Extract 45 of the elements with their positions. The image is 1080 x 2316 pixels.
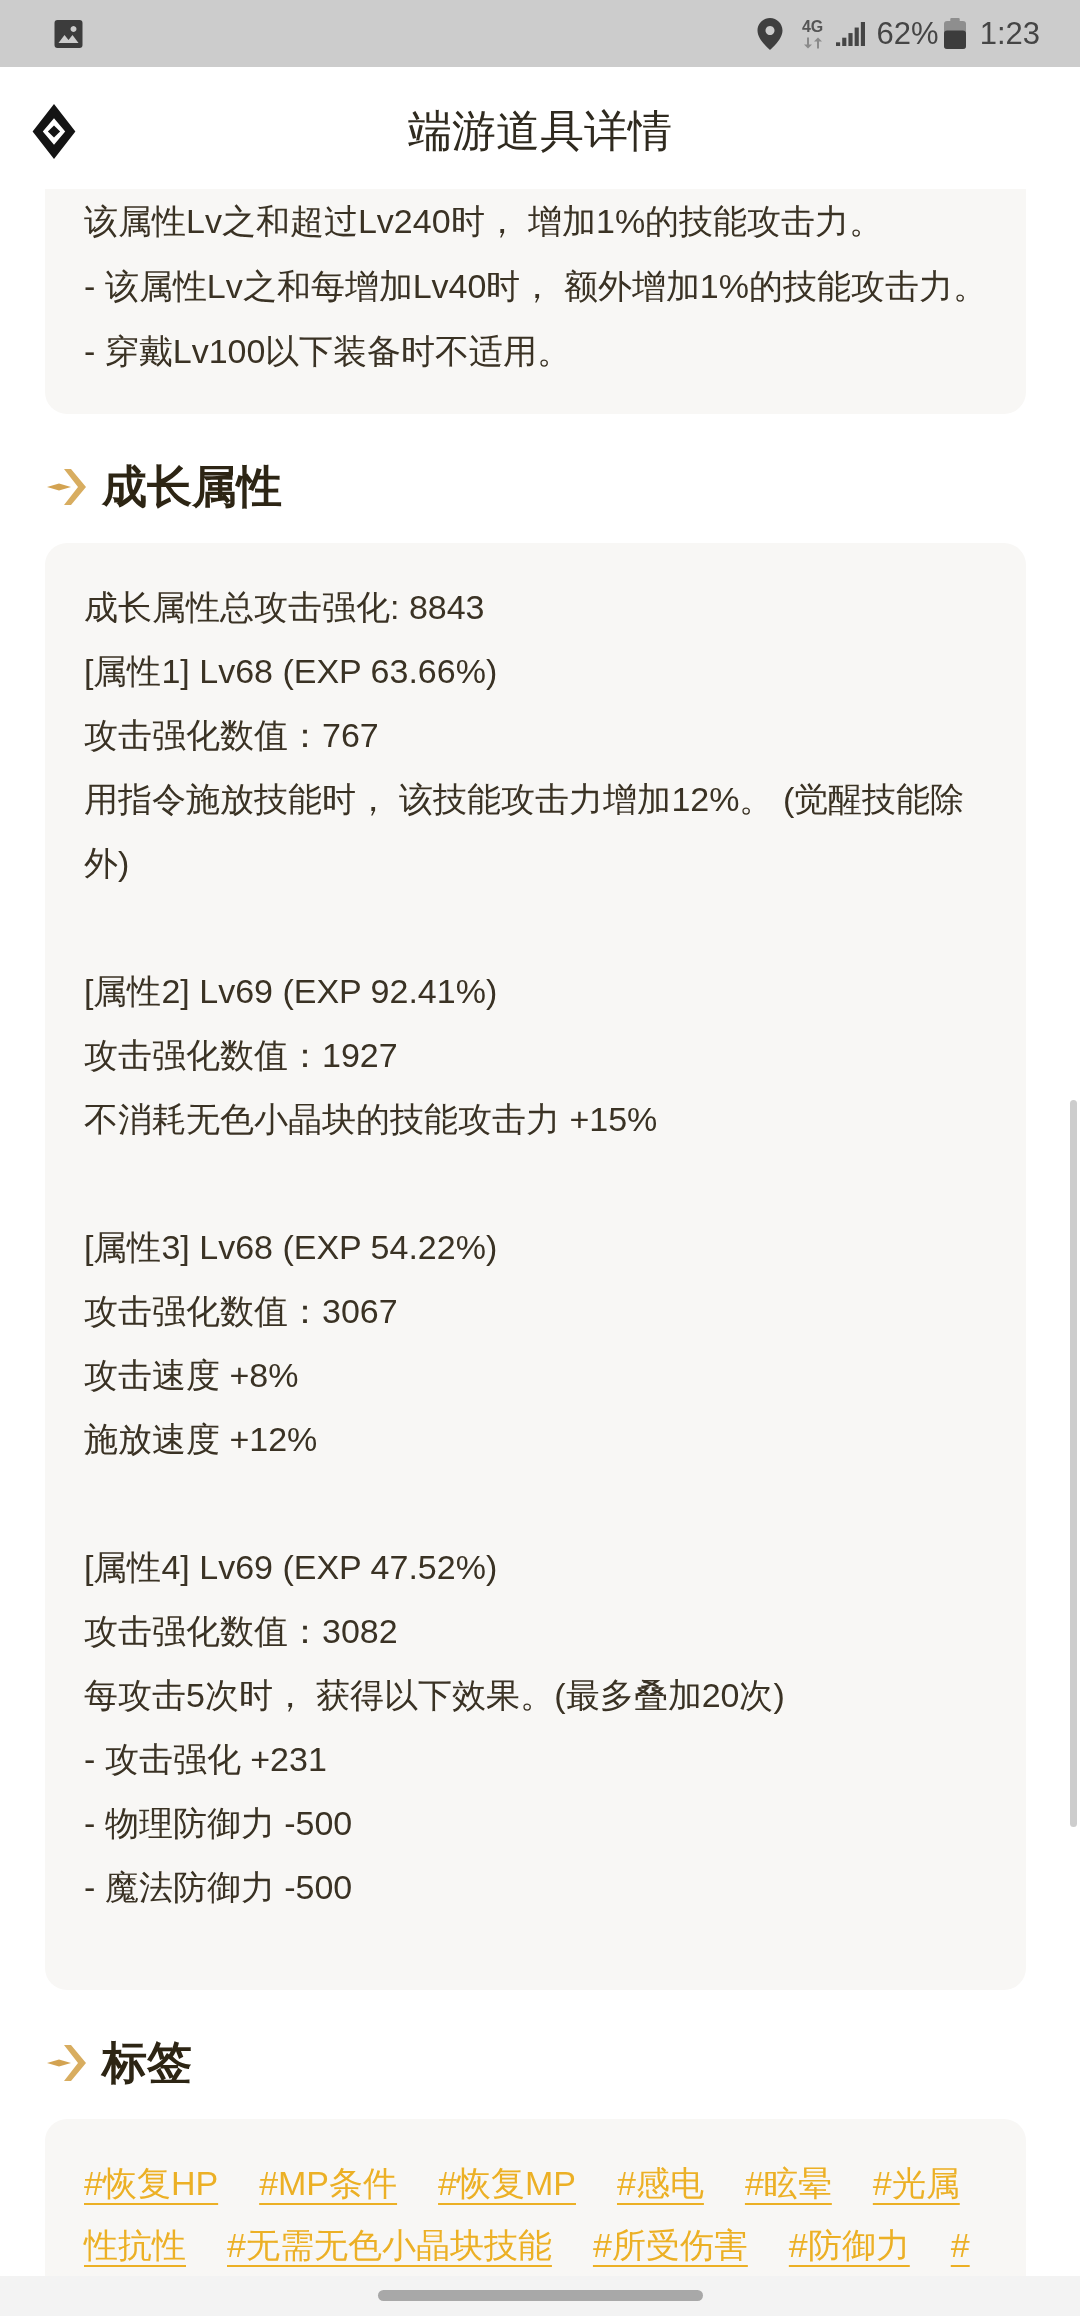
- description-text: - 穿戴Lv100以下装备时不适用。: [84, 331, 573, 372]
- tag-link[interactable]: #无需无色小晶块技能: [227, 2214, 552, 2276]
- tag-link[interactable]: #所受伤害: [592, 2214, 748, 2276]
- tag-link[interactable]: #MP条件: [259, 2152, 398, 2214]
- description-text: - 该属性Lv之和每增加Lv40时， 额外增加1%的技能攻击力。: [84, 266, 987, 307]
- signal-icon: [835, 21, 865, 46]
- attribute-text: - 魔法防御力 -500: [84, 1867, 354, 1908]
- attribute-text: [属性2] Lv69 (EXP 92.41%): [84, 971, 499, 1012]
- attribute-text: 成长属性总攻击强化: 8843: [84, 587, 486, 628]
- section-heading: 成长属性: [102, 460, 282, 514]
- attribute-text: - 物理防御力 -500: [84, 1803, 354, 1844]
- attribute-text: 不消耗无色小晶块的技能攻击力 +15%: [84, 1099, 659, 1140]
- description-text: 该属性Lv之和超过Lv240时， 增加1%的技能攻击力。: [84, 201, 885, 242]
- home-handle[interactable]: [377, 2290, 703, 2301]
- attribute-text: 攻击强化数值：3082: [84, 1611, 399, 1652]
- tag-link[interactable]: #恢复MP: [438, 2152, 576, 2214]
- attribute-text: [属性3] Lv68 (EXP 54.22%): [84, 1227, 499, 1268]
- attribute-text: 攻击速度 +8%: [84, 1355, 300, 1396]
- attribute-text: 施放速度 +12%: [84, 1419, 319, 1460]
- diamond-logo-icon: [32, 103, 76, 159]
- arrow-icon: [47, 2045, 86, 2081]
- tag-link[interactable]: #眩晕: [744, 2152, 832, 2214]
- battery-percent-text: 62%: [876, 18, 939, 49]
- location-pin-icon: [756, 17, 783, 50]
- attribute-text: 攻击强化数值：1927: [84, 1035, 399, 1076]
- section-heading: 标签: [102, 2036, 192, 2090]
- attribute-text: 攻击强化数值：3067: [84, 1291, 399, 1332]
- arrow-icon: [47, 469, 86, 505]
- attribute-text: - 攻击强化 +231: [84, 1739, 328, 1780]
- tag-link[interactable]: #防御力: [788, 2214, 910, 2276]
- attribute-text: [属性4] Lv69 (EXP 47.52%): [84, 1547, 499, 1588]
- clock-text: 1:23: [979, 18, 1040, 49]
- battery-icon: [943, 18, 966, 49]
- tag-link[interactable]: 性抗性: [84, 2214, 186, 2276]
- tag-link[interactable]: #感电: [617, 2152, 704, 2214]
- tag-link[interactable]: #: [950, 2214, 970, 2276]
- tag-link[interactable]: #光属: [872, 2152, 960, 2214]
- attribute-text: [属性1] Lv68 (EXP 63.66%): [84, 651, 499, 692]
- page-title: 端游道具详情: [408, 104, 672, 157]
- image-icon: [54, 19, 83, 48]
- attribute-text: 用指令施放技能时， 该技能攻击力增加12%。 (觉醒技能除外): [84, 779, 966, 884]
- tag-link[interactable]: #恢复HP: [84, 2152, 219, 2214]
- network-type-text: 4G: [801, 18, 824, 35]
- attribute-text: 每攻击5次时， 获得以下效果。(最多叠加20次): [84, 1675, 786, 1716]
- attribute-text: 攻击强化数值：767: [84, 715, 380, 756]
